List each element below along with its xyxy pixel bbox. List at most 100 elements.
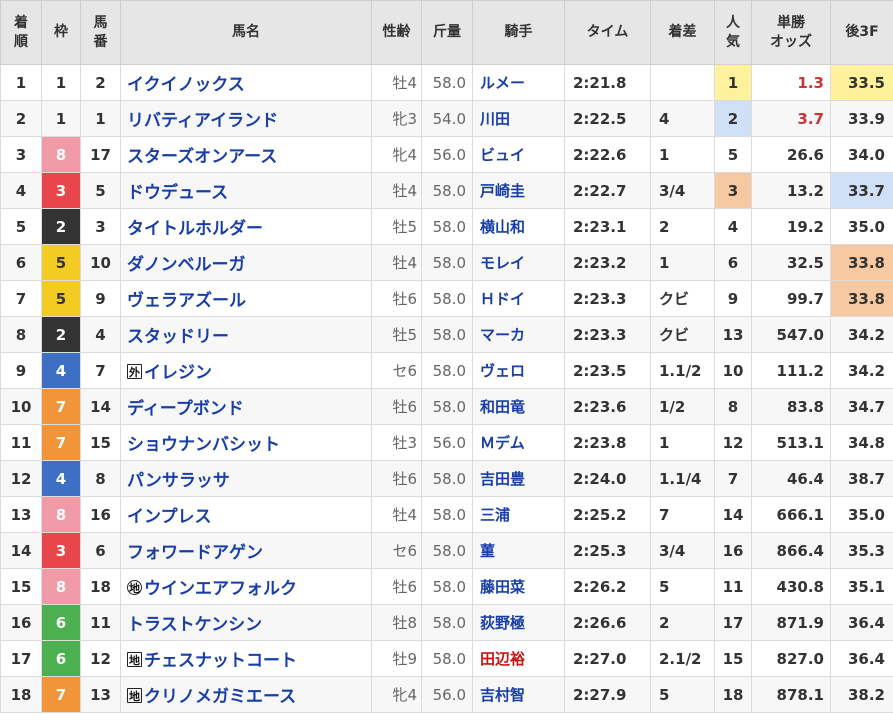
sex-age-cell: 牡5: [371, 208, 422, 245]
jockey-link[interactable]: マーカ: [472, 316, 565, 353]
horse-name-link[interactable]: スタッドリー: [120, 316, 372, 353]
popularity-cell: 3: [714, 172, 752, 209]
weight-cell: 58.0: [421, 280, 473, 317]
horse-name-text[interactable]: ディープボンド: [127, 399, 244, 419]
horse-name-text[interactable]: パンサラッサ: [127, 471, 230, 491]
jockey-link[interactable]: 三浦: [472, 496, 565, 533]
horse-name-link[interactable]: フォワードアゲン: [120, 532, 372, 569]
table-row: 18 7 13 地クリノメガミエース 牝4 56.0 吉村智 2:27.9 5 18 878.1 38…: [0, 676, 893, 713]
horse-name-text[interactable]: スターズオンアース: [127, 147, 277, 167]
rank-cell: 1: [0, 64, 42, 101]
header-horse[interactable]: 馬名: [120, 0, 372, 65]
horse-number-cell: 14: [80, 388, 121, 425]
results-body: 1 1 2 イクイノックス 牡4 58.0 ルメー 2:21.8 1 1.3 33.5 2 1 1 リバティ…: [0, 64, 893, 713]
horse-name-link[interactable]: 地クリノメガミエース: [120, 676, 372, 713]
weight-cell: 58.0: [421, 604, 473, 641]
horse-name-link[interactable]: 地チェスナットコート: [120, 640, 372, 677]
sex-age-cell: 牡6: [371, 460, 422, 497]
jockey-link[interactable]: 戸崎圭: [472, 172, 565, 209]
jockey-link[interactable]: 横山和: [472, 208, 565, 245]
horse-name-text[interactable]: ショウナンバシット: [127, 435, 280, 455]
horse-name-text[interactable]: イレジン: [144, 363, 212, 383]
horse-name-link[interactable]: タイトルホルダー: [120, 208, 372, 245]
jockey-link[interactable]: Ｈドイ: [472, 280, 565, 317]
horse-name-text[interactable]: トラストケンシン: [127, 615, 262, 635]
horse-name-text[interactable]: スタッドリー: [127, 327, 229, 347]
table-row: 6 5 10 ダノンベルーガ 牡4 58.0 モレイ 2:23.2 1 6 32.5 33.8: [0, 244, 893, 281]
horse-name-text[interactable]: タイトルホルダー: [127, 219, 263, 239]
header-weight[interactable]: 斤量: [421, 0, 473, 65]
frame-cell: 8: [41, 568, 81, 605]
time-cell: 2:23.3: [564, 316, 651, 353]
horse-number-cell: 1: [80, 100, 121, 137]
header-sexage[interactable]: 性齢: [371, 0, 422, 65]
header-number[interactable]: 馬 番: [80, 0, 121, 65]
header-rank[interactable]: 着 順: [0, 0, 42, 65]
horse-name-link[interactable]: イクイノックス: [120, 64, 372, 101]
odds-cell: 111.2: [751, 352, 831, 389]
weight-cell: 58.0: [421, 172, 473, 209]
horse-name-link[interactable]: ドウデュース: [120, 172, 372, 209]
horse-name-link[interactable]: 外イレジン: [120, 352, 372, 389]
horse-name-text[interactable]: ウインエアフォルク: [144, 579, 297, 599]
horse-name-link[interactable]: 地ウインエアフォルク: [120, 568, 372, 605]
header-time[interactable]: タイム: [564, 0, 651, 65]
horse-name-text[interactable]: ヴェラアズール: [127, 291, 246, 311]
jockey-link[interactable]: 和田竜: [472, 388, 565, 425]
frame-cell: 5: [41, 280, 81, 317]
rank-cell: 5: [0, 208, 42, 245]
horse-name-text[interactable]: イクイノックス: [127, 75, 245, 95]
horse-name-text[interactable]: ダノンベルーガ: [127, 255, 246, 275]
horse-name-link[interactable]: スターズオンアース: [120, 136, 372, 173]
margin-cell: 2: [650, 208, 715, 245]
horse-number-cell: 4: [80, 316, 121, 353]
sex-age-cell: 牡6: [371, 568, 422, 605]
header-margin[interactable]: 着差: [650, 0, 715, 65]
local-horse-mark: 地: [127, 688, 142, 703]
horse-name-text[interactable]: チェスナットコート: [144, 651, 297, 671]
jockey-link[interactable]: ルメー: [472, 64, 565, 101]
last3f-cell: 35.1: [830, 568, 893, 605]
jockey-link[interactable]: 吉田豊: [472, 460, 565, 497]
jockey-link[interactable]: Ｍデム: [472, 424, 565, 461]
horse-name-link[interactable]: パンサラッサ: [120, 460, 372, 497]
horse-name-text[interactable]: リバティアイランド: [127, 111, 278, 131]
jockey-link[interactable]: ヴェロ: [472, 352, 565, 389]
time-cell: 2:27.9: [564, 676, 651, 713]
jockey-link[interactable]: 藤田菜: [472, 568, 565, 605]
time-cell: 2:24.0: [564, 460, 651, 497]
margin-cell: 1: [650, 136, 715, 173]
jockey-link[interactable]: 荻野極: [472, 604, 565, 641]
header-frame[interactable]: 枠: [41, 0, 81, 65]
horse-name-link[interactable]: リバティアイランド: [120, 100, 372, 137]
horse-name-link[interactable]: ダノンベルーガ: [120, 244, 372, 281]
jockey-link[interactable]: 田辺裕: [472, 640, 565, 677]
horse-name-text[interactable]: フォワードアゲン: [127, 543, 263, 563]
rank-cell: 15: [0, 568, 42, 605]
horse-name-link[interactable]: インプレス: [120, 496, 372, 533]
jockey-link[interactable]: 菫: [472, 532, 565, 569]
foreign-horse-mark: 外: [127, 364, 142, 379]
horse-name-text[interactable]: ドウデュース: [127, 183, 228, 203]
odds-cell: 430.8: [751, 568, 831, 605]
header-odds[interactable]: 単勝 オッズ: [751, 0, 831, 65]
jockey-link[interactable]: モレイ: [472, 244, 565, 281]
header-last3f[interactable]: 後3F: [830, 0, 893, 65]
time-cell: 2:23.6: [564, 388, 651, 425]
horse-name-link[interactable]: ヴェラアズール: [120, 280, 372, 317]
horse-name-text[interactable]: クリノメガミエース: [144, 687, 296, 707]
horse-name-link[interactable]: ディープボンド: [120, 388, 372, 425]
last3f-cell: 33.9: [830, 100, 893, 137]
odds-cell: 666.1: [751, 496, 831, 533]
jockey-link[interactable]: ビュイ: [472, 136, 565, 173]
horse-name-text[interactable]: インプレス: [127, 507, 212, 527]
rank-cell: 9: [0, 352, 42, 389]
horse-name-link[interactable]: トラストケンシン: [120, 604, 372, 641]
last3f-cell: 35.3: [830, 532, 893, 569]
jockey-link[interactable]: 吉村智: [472, 676, 565, 713]
jockey-link[interactable]: 川田: [472, 100, 565, 137]
header-jockey[interactable]: 騎手: [472, 0, 565, 65]
header-popularity[interactable]: 人 気: [714, 0, 752, 65]
rank-cell: 12: [0, 460, 42, 497]
horse-name-link[interactable]: ショウナンバシット: [120, 424, 372, 461]
